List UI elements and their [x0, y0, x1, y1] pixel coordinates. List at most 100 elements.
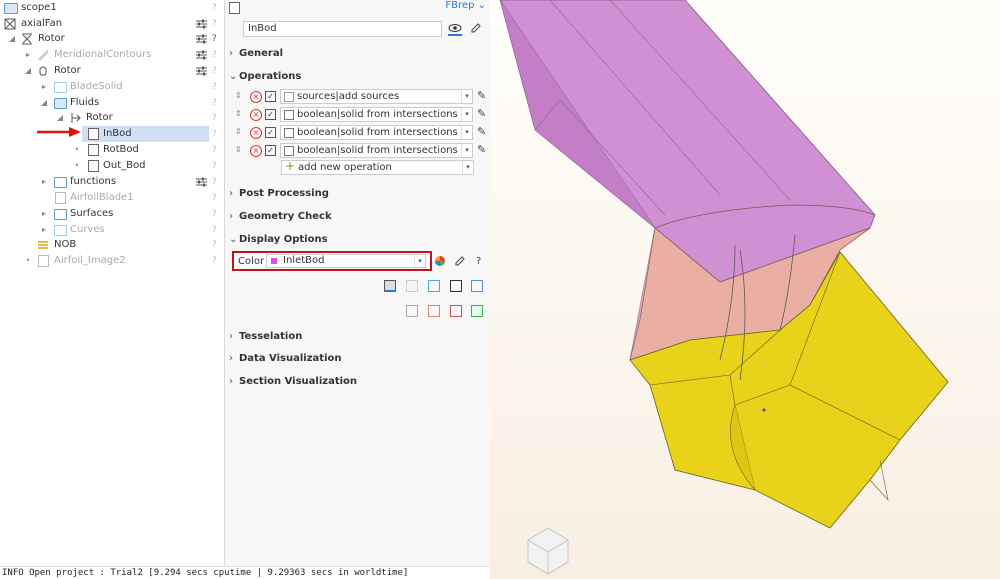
- reorder-handle-icon[interactable]: ⇕: [235, 109, 242, 118]
- collapse-icon[interactable]: ◢: [8, 31, 16, 47]
- pencil-icon[interactable]: [454, 255, 466, 267]
- pencil-icon[interactable]: [470, 22, 482, 34]
- pencil-icon[interactable]: ✎: [477, 143, 486, 156]
- tree-item-nob[interactable]: NOB ?: [0, 237, 224, 253]
- tree-item-airfoil-image2[interactable]: • Airfoil_Image2 ?: [0, 253, 224, 269]
- wire-mode-icon[interactable]: [406, 280, 418, 292]
- section-display-options[interactable]: ⌄ Display Options: [229, 234, 328, 245]
- pencil-icon[interactable]: ✎: [477, 89, 486, 102]
- section-section-visualization[interactable]: › Section Visualization: [229, 376, 357, 387]
- remove-icon[interactable]: ×: [250, 91, 262, 103]
- section-data-visualization[interactable]: › Data Visualization: [229, 353, 342, 364]
- 3d-viewport[interactable]: [490, 0, 1000, 579]
- help-icon[interactable]: ?: [212, 142, 217, 158]
- tree-item-airfoilblade1[interactable]: AirfoilBlade1 ?: [0, 190, 224, 206]
- edges-mode-icon[interactable]: [450, 280, 462, 292]
- operation-select[interactable]: boolean|solid from intersections ▾: [280, 125, 473, 140]
- type-selector[interactable]: FBrep ⌄: [445, 0, 486, 11]
- help-icon[interactable]: ?: [212, 237, 217, 253]
- collapse-icon[interactable]: ◢: [56, 110, 64, 126]
- operation-select[interactable]: boolean|solid from intersections ▾: [280, 143, 473, 158]
- section-geometry-check[interactable]: › Geometry Check: [229, 211, 332, 222]
- enable-checkbox[interactable]: ✓: [265, 145, 276, 156]
- section-color-icon[interactable]: [428, 305, 440, 317]
- tree-item-fluids[interactable]: ◢ Fluids ?: [0, 95, 224, 111]
- pencil-icon[interactable]: ✎: [477, 107, 486, 120]
- remove-icon[interactable]: ×: [250, 109, 262, 121]
- expand-icon[interactable]: ▸: [40, 206, 48, 222]
- points-mode-icon[interactable]: [471, 280, 483, 292]
- tree-item-bladesolid[interactable]: ▸ BladeSolid ?: [0, 79, 224, 95]
- section-operations[interactable]: ⌄ Operations: [229, 71, 301, 82]
- shaded-mode-icon[interactable]: [384, 280, 396, 292]
- tree-item-rotor-bell[interactable]: ◢ Rotor ?: [0, 63, 224, 79]
- eye-icon[interactable]: [447, 22, 463, 36]
- help-icon[interactable]: ?: [212, 126, 217, 142]
- add-operation-select[interactable]: + add new operation ▾: [281, 160, 474, 175]
- section-general[interactable]: › General: [229, 48, 283, 59]
- tree-item-surfaces[interactable]: ▸ Surfaces ?: [0, 206, 224, 222]
- tree-item-axialfan[interactable]: axialFan ?: [0, 16, 224, 32]
- help-icon[interactable]: ?: [476, 256, 481, 267]
- reorder-handle-icon[interactable]: ⇕: [235, 127, 242, 136]
- help-icon[interactable]: ?: [212, 0, 217, 16]
- help-icon[interactable]: ?: [212, 47, 217, 63]
- tree-item-functions[interactable]: ▸ functions ?: [0, 174, 224, 190]
- transparency-icon[interactable]: [406, 305, 418, 317]
- tree-item-rotbod[interactable]: • RotBod ?: [0, 142, 224, 158]
- enable-checkbox[interactable]: ✓: [265, 127, 276, 138]
- help-icon[interactable]: ?: [212, 222, 217, 238]
- section-tesselation[interactable]: › Tesselation: [229, 331, 302, 342]
- help-icon[interactable]: ?: [212, 16, 217, 32]
- remove-icon[interactable]: ×: [250, 127, 262, 139]
- collapse-icon[interactable]: ◢: [40, 95, 48, 111]
- expand-icon[interactable]: ▸: [40, 79, 48, 95]
- pencil-icon[interactable]: ✎: [477, 125, 486, 138]
- texture-icon[interactable]: [471, 305, 483, 317]
- help-icon[interactable]: ?: [212, 110, 217, 126]
- highlight-icon[interactable]: [450, 305, 462, 317]
- help-icon[interactable]: ?: [212, 95, 217, 111]
- settings-sliders-icon[interactable]: [196, 50, 207, 60]
- tree-item-inbod[interactable]: InBod ?: [0, 126, 224, 142]
- help-icon[interactable]: ?: [212, 79, 217, 95]
- settings-sliders-icon[interactable]: [196, 19, 207, 29]
- expand-icon[interactable]: ▸: [24, 47, 32, 63]
- geometry-render[interactable]: [490, 0, 1000, 579]
- section-post-processing[interactable]: › Post Processing: [229, 188, 329, 199]
- tree-item-rotor[interactable]: ◢ Rotor ?: [0, 31, 224, 47]
- reorder-handle-icon[interactable]: ⇕: [235, 91, 242, 100]
- settings-sliders-icon[interactable]: [196, 66, 207, 76]
- enable-checkbox[interactable]: ✓: [265, 109, 276, 120]
- contour-icon: [37, 49, 49, 61]
- operation-select[interactable]: boolean|solid from intersections ▾: [280, 107, 473, 122]
- help-icon[interactable]: ?: [212, 31, 217, 47]
- tree-item-rotor-import[interactable]: ◢ Rotor ?: [0, 110, 224, 126]
- help-icon[interactable]: ?: [212, 253, 217, 269]
- enable-checkbox[interactable]: ✓: [265, 91, 276, 102]
- settings-sliders-icon[interactable]: [196, 177, 207, 187]
- color-select[interactable]: InletBod ▾: [266, 254, 426, 268]
- plus-icon: +: [285, 159, 296, 173]
- tree-item-curves[interactable]: ▸ Curves ?: [0, 222, 224, 238]
- help-icon[interactable]: ?: [212, 206, 217, 222]
- help-icon[interactable]: ?: [212, 158, 217, 174]
- color-wheel-icon[interactable]: [434, 255, 446, 267]
- expand-icon[interactable]: ▸: [40, 222, 48, 238]
- tree-item-out-bod[interactable]: • Out_Bod ?: [0, 158, 224, 174]
- surface-mode-icon[interactable]: [428, 280, 440, 292]
- bell-icon: [39, 66, 47, 76]
- collapse-icon[interactable]: ◢: [24, 63, 32, 79]
- tree-item-meridionalcontours[interactable]: ▸ MeridionalContours ?: [0, 47, 224, 63]
- operation-select[interactable]: sources|add sources ▾: [280, 89, 473, 104]
- help-icon[interactable]: ?: [212, 190, 217, 206]
- help-icon[interactable]: ?: [212, 174, 217, 190]
- folder-icon: [54, 209, 67, 220]
- expand-icon[interactable]: ▸: [40, 174, 48, 190]
- reorder-handle-icon[interactable]: ⇕: [235, 145, 242, 154]
- name-field[interactable]: InBod: [243, 21, 442, 37]
- help-icon[interactable]: ?: [212, 63, 217, 79]
- settings-sliders-icon[interactable]: [196, 34, 207, 44]
- remove-icon[interactable]: ×: [250, 145, 262, 157]
- tree-item-scope1[interactable]: scope1 ?: [0, 0, 224, 16]
